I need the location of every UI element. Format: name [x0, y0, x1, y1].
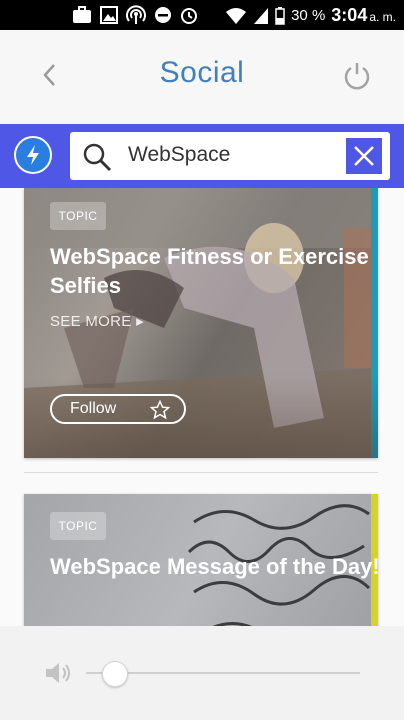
topic-card[interactable]: TOPIC WebSpace Fitness or Exercise Selfi… — [24, 188, 378, 458]
card-title[interactable]: WebSpace Fitness or Exercise Selfies — [50, 242, 378, 300]
lightning-icon — [27, 145, 39, 165]
search-box[interactable]: WebSpace — [70, 132, 390, 180]
clock-ampm: a. m. — [369, 10, 396, 24]
clock: 3:04 a. m. — [331, 5, 396, 26]
close-icon — [354, 146, 374, 166]
volume-slider-thumb[interactable] — [102, 661, 128, 687]
status-icons-right: 30 % 3:04 a. m. — [225, 5, 396, 26]
app-header: Social — [0, 30, 404, 124]
signal-icon — [254, 7, 269, 24]
search-bar-container: WebSpace — [0, 124, 404, 188]
battery-percent: 30 % — [291, 7, 326, 24]
alarm-icon — [181, 8, 197, 24]
power-icon — [344, 63, 370, 90]
dnd-icon — [155, 7, 171, 23]
card-title[interactable]: WebSpace Message of the Day! — [50, 552, 378, 581]
search-input[interactable]: WebSpace — [128, 143, 230, 167]
lightning-button[interactable] — [14, 136, 52, 174]
follow-button[interactable]: Follow — [50, 394, 186, 424]
card-accent-edge — [371, 188, 378, 458]
briefcase-icon — [73, 6, 91, 23]
wifi-icon — [226, 7, 247, 24]
divider — [24, 472, 378, 473]
topic-badge: TOPIC — [50, 202, 106, 230]
power-button[interactable] — [342, 60, 372, 90]
see-more-label: SEE MORE — [50, 313, 132, 330]
speaker-icon[interactable] — [44, 660, 74, 686]
search-icon — [83, 143, 112, 172]
clock-time: 3:04 — [331, 5, 368, 25]
image-icon — [100, 6, 118, 24]
star-icon[interactable] — [150, 400, 170, 420]
topic-feed[interactable]: TOPIC WebSpace Fitness or Exercise Selfi… — [0, 188, 404, 626]
follow-label: Follow — [70, 400, 117, 417]
topic-badge: TOPIC — [50, 512, 106, 540]
media-bar — [0, 626, 404, 720]
hotspot-icon — [126, 5, 146, 24]
topic-card[interactable]: TOPIC WebSpace Message of the Day! — [24, 494, 378, 626]
status-bar: 30 % 3:04 a. m. — [0, 0, 404, 30]
status-icons-left — [72, 5, 198, 25]
see-more-link[interactable]: SEE MORE ▸ — [50, 312, 144, 330]
clear-search-button[interactable] — [346, 138, 382, 174]
caret-right-icon: ▸ — [136, 313, 144, 330]
battery-icon — [275, 6, 285, 25]
